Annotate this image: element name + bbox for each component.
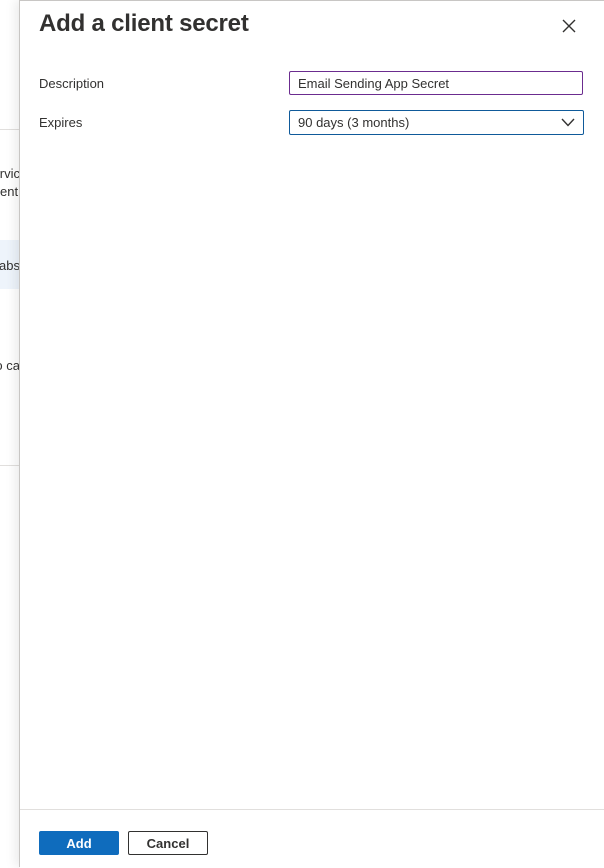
chevron-down-icon	[561, 118, 575, 127]
expires-selected-value: 90 days (3 months)	[298, 115, 410, 130]
description-input[interactable]	[289, 71, 583, 95]
expires-label: Expires	[39, 115, 83, 130]
background-divider	[0, 129, 20, 130]
background-text: o ca	[0, 358, 20, 373]
description-label: Description	[39, 76, 105, 91]
panel-footer: Add Cancel	[20, 809, 604, 868]
panel-title: Add a client secret	[39, 10, 249, 37]
background-divider	[0, 465, 20, 466]
background-text: rvic	[0, 166, 20, 181]
background-text: ent	[0, 184, 19, 199]
add-button[interactable]: Add	[39, 831, 119, 855]
expires-dropdown[interactable]: 90 days (3 months)	[289, 110, 584, 135]
close-icon	[562, 19, 576, 33]
cancel-button[interactable]: Cancel	[128, 831, 208, 855]
add-client-secret-panel: Add a client secret Description Expires …	[19, 0, 604, 868]
background-text: abs	[0, 258, 20, 273]
close-button[interactable]	[557, 14, 581, 38]
